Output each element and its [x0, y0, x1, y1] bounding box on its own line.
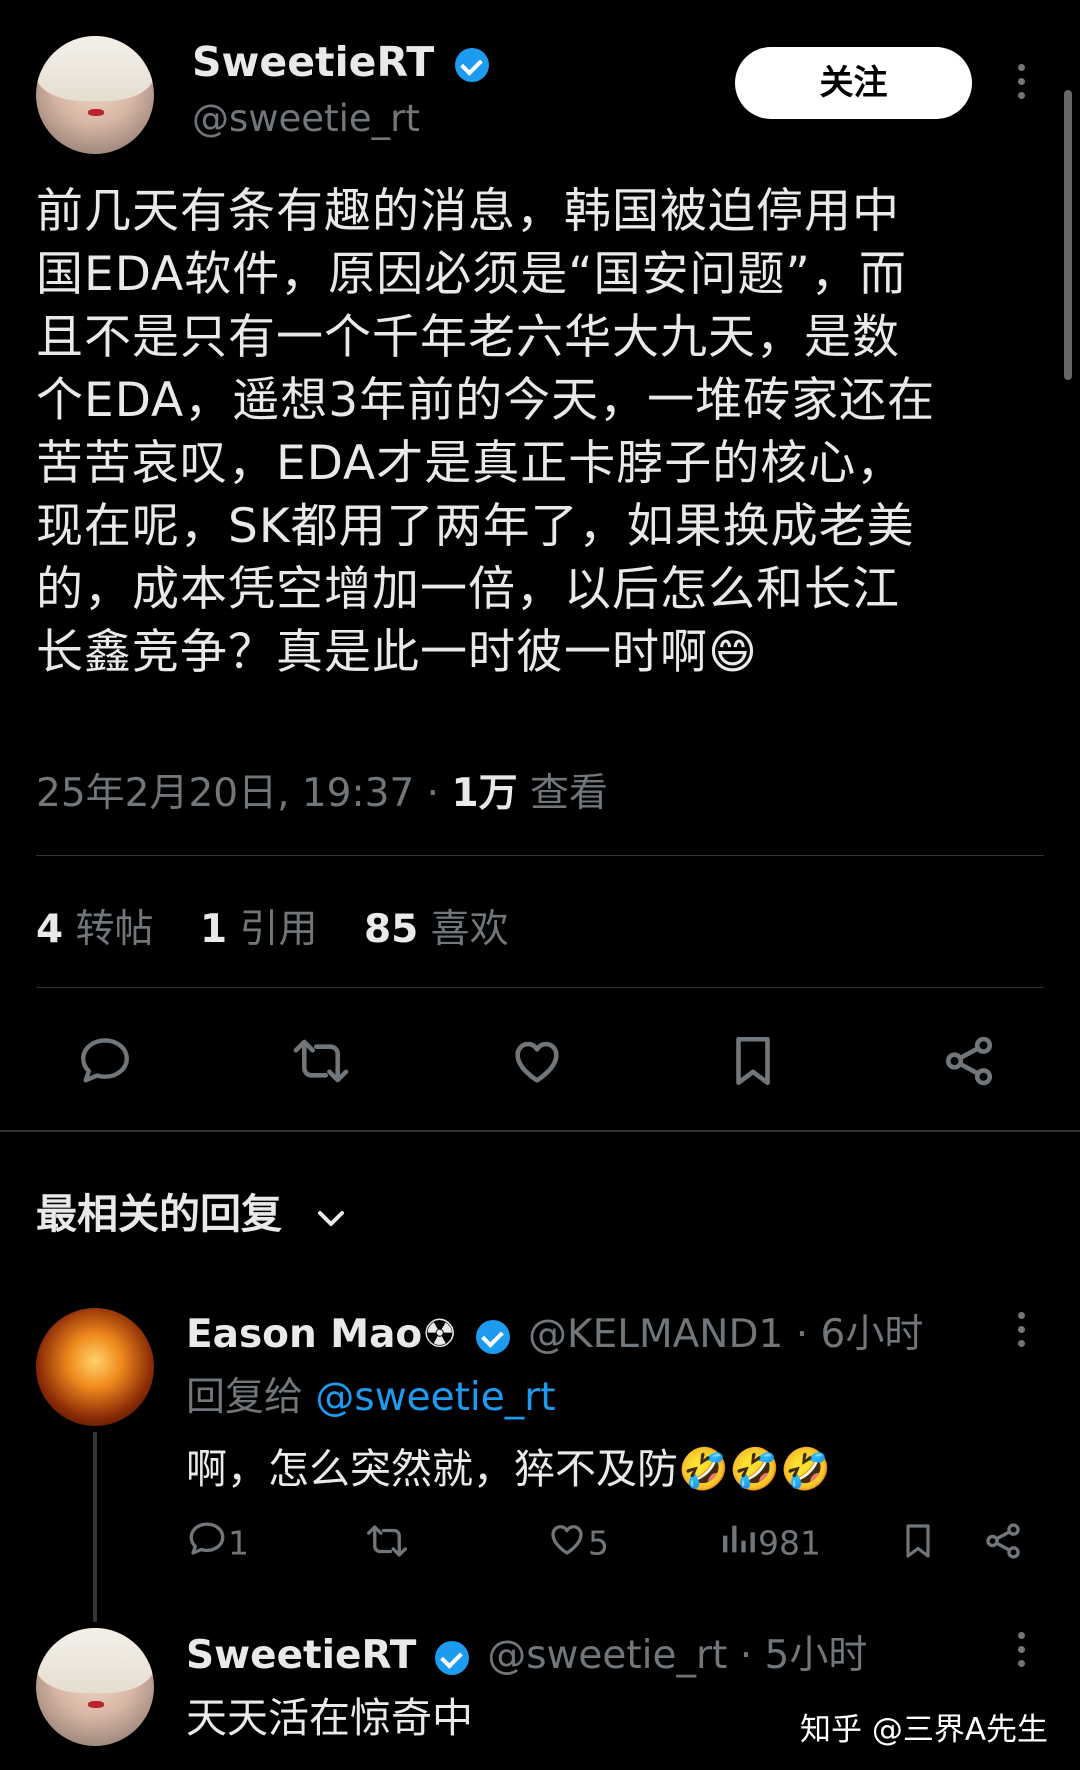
- heart-icon[interactable]: [508, 1032, 566, 1090]
- reply-count: 1: [228, 1523, 249, 1563]
- verified-badge-icon: [475, 1319, 510, 1354]
- share-icon[interactable]: [940, 1032, 998, 1090]
- analytics-icon: [718, 1518, 758, 1568]
- more-options-icon[interactable]: [1014, 1312, 1028, 1347]
- more-options-icon[interactable]: [1014, 1632, 1028, 1667]
- reply-views-button[interactable]: 981: [718, 1518, 821, 1568]
- thread-line: [93, 1432, 97, 1622]
- reply-to-handle[interactable]: @sweetie_rt: [315, 1375, 555, 1420]
- like-count: 5: [588, 1523, 609, 1563]
- quotes-stat[interactable]: 1 引用: [200, 907, 330, 952]
- tweet-meta: 25年2月20日, 19:37 · 1万 查看: [36, 762, 608, 818]
- retweet-icon[interactable]: [290, 1032, 352, 1090]
- retweets-stat[interactable]: 4 转帖: [36, 907, 166, 952]
- follow-button[interactable]: 关注: [735, 47, 972, 119]
- divider: [36, 987, 1044, 988]
- reply-to-line: 回复给 @sweetie_rt: [186, 1366, 556, 1422]
- author-handle[interactable]: @sweetie_rt: [192, 97, 420, 140]
- author-avatar[interactable]: [36, 36, 154, 154]
- more-options-icon[interactable]: [1014, 64, 1028, 99]
- reply-author-handle[interactable]: @KELMAND1: [528, 1312, 783, 1357]
- reply-icon[interactable]: [76, 1032, 134, 1090]
- likes-stat[interactable]: 85 喜欢: [364, 907, 509, 952]
- bookmark-icon[interactable]: [724, 1032, 782, 1090]
- author-name[interactable]: SweetieRT: [192, 38, 434, 86]
- verified-badge-icon: [434, 1640, 469, 1675]
- retweets-label: 转帖: [75, 907, 154, 952]
- quotes-count: 1: [199, 907, 228, 952]
- reply-time[interactable]: · 5小时: [740, 1633, 868, 1678]
- retweets-count: 4: [36, 907, 64, 952]
- reply-header: Eason Mao☢ @KELMAND1 · 6小时: [186, 1303, 923, 1359]
- quotes-label: 引用: [239, 907, 318, 952]
- view-count: 981: [758, 1523, 821, 1563]
- reply-time[interactable]: · 6小时: [796, 1312, 924, 1357]
- reply-text: 啊，怎么突然就，猝不及防🤣🤣🤣: [186, 1445, 832, 1493]
- reply-header: SweetieRT @sweetie_rt · 5小时: [186, 1624, 867, 1680]
- tweet-timestamp[interactable]: 25年2月20日, 19:37 ·: [36, 771, 451, 816]
- reply-icon: [186, 1518, 228, 1568]
- views-count: 1万: [451, 771, 518, 816]
- replies-sort-label: 最相关的回复: [36, 1190, 282, 1238]
- divider: [36, 855, 1044, 856]
- tweet-stats: 4 转帖 1 引用 85 喜欢: [36, 898, 509, 954]
- verified-badge-icon: [455, 48, 490, 82]
- reply-to-prefix: 回复给: [186, 1375, 304, 1420]
- heart-icon: [546, 1518, 588, 1568]
- tweet-text: 前几天有条有趣的消息，韩国被迫停用中 国EDA软件，原因必须是“国安问题”，而 …: [36, 184, 936, 680]
- views-label: 查看: [530, 771, 609, 816]
- replies-sort-dropdown[interactable]: 最相关的回复: [36, 1180, 348, 1241]
- retweet-icon[interactable]: [364, 1520, 410, 1566]
- reply-avatar[interactable]: [36, 1308, 154, 1426]
- reply-reply-button[interactable]: 1: [186, 1518, 249, 1568]
- watermark: 知乎 @三界A先生: [800, 1712, 1049, 1748]
- reply-author-name[interactable]: Eason Mao☢: [186, 1312, 457, 1357]
- likes-count: 85: [363, 907, 419, 952]
- reply-text: 天天活在惊奇中: [186, 1694, 473, 1742]
- reply-avatar[interactable]: [36, 1628, 154, 1746]
- likes-label: 喜欢: [430, 907, 509, 952]
- bookmark-icon[interactable]: [898, 1520, 938, 1566]
- chevron-down-icon: [314, 1193, 348, 1241]
- scrollbar[interactable]: [1064, 90, 1072, 380]
- reply-author-handle[interactable]: @sweetie_rt: [487, 1633, 727, 1678]
- reply-like-button[interactable]: 5: [546, 1518, 609, 1568]
- section-separator: [0, 1130, 1080, 1132]
- reply-author-name[interactable]: SweetieRT: [186, 1633, 416, 1678]
- share-icon[interactable]: [982, 1520, 1024, 1566]
